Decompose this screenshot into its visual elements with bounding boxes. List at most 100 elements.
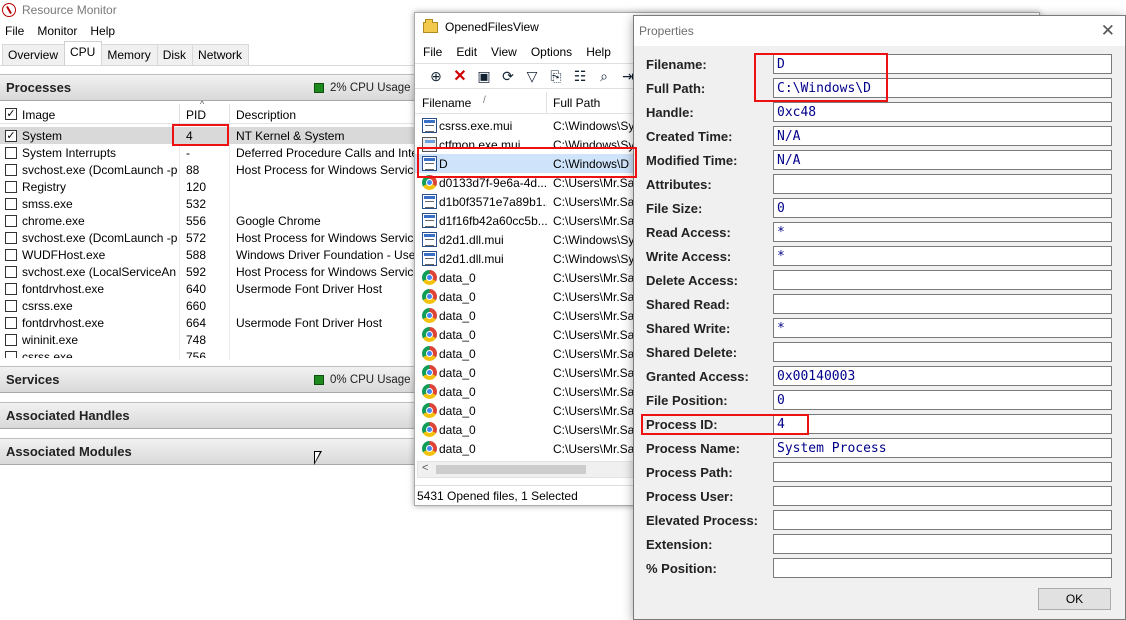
property-value-field[interactable]: 0x00140003 bbox=[773, 366, 1112, 386]
property-label: File Size: bbox=[646, 201, 703, 216]
properties-icon[interactable]: ☷ bbox=[569, 66, 591, 86]
table-row[interactable]: System Interrupts - Deferred Procedure Cal… bbox=[0, 144, 430, 161]
processes-cpu-usage-text: 2% CPU Usage bbox=[330, 82, 411, 94]
row-checkbox[interactable] bbox=[5, 147, 17, 159]
property-value-field[interactable]: D bbox=[773, 54, 1112, 74]
table-row[interactable]: Registry 120 bbox=[0, 178, 430, 195]
menu-file[interactable]: File bbox=[0, 24, 32, 38]
ofv-menu-view[interactable]: View bbox=[483, 45, 523, 59]
save-icon[interactable]: ▣ bbox=[473, 66, 495, 86]
table-row[interactable]: csrss.exe 756 bbox=[0, 348, 430, 358]
column-description[interactable]: Description bbox=[236, 108, 296, 122]
column-divider[interactable] bbox=[546, 92, 547, 114]
row-checkbox[interactable] bbox=[5, 266, 17, 278]
processes-table-body: ✓ System 4 NT Kernel & System System Interru… bbox=[0, 127, 430, 358]
associated-handles-section-header[interactable]: Associated Handles bbox=[0, 402, 430, 429]
row-checkbox[interactable] bbox=[5, 317, 17, 329]
table-row[interactable]: chrome.exe 556 Google Chrome bbox=[0, 212, 430, 229]
associated-modules-section-header[interactable]: Associated Modules bbox=[0, 438, 430, 465]
tab-memory[interactable]: Memory bbox=[101, 44, 158, 65]
delete-icon[interactable]: ✕ bbox=[449, 66, 471, 86]
row-checkbox[interactable] bbox=[5, 334, 17, 346]
property-value-field[interactable]: 0 bbox=[773, 198, 1112, 218]
file-icon bbox=[422, 118, 437, 133]
property-value-field[interactable]: * bbox=[773, 222, 1112, 242]
tab-cpu[interactable]: CPU bbox=[64, 41, 103, 65]
row-checkbox[interactable] bbox=[5, 181, 17, 193]
ok-button[interactable]: OK bbox=[1038, 588, 1111, 610]
scrollbar-thumb[interactable] bbox=[436, 465, 586, 474]
ofv-menu-options[interactable]: Options bbox=[523, 45, 578, 59]
property-value-field[interactable] bbox=[773, 462, 1112, 482]
tab-network[interactable]: Network bbox=[192, 44, 250, 65]
column-filename[interactable]: Filename bbox=[422, 96, 471, 110]
property-value-field[interactable]: N/A bbox=[773, 150, 1112, 170]
column-pid[interactable]: PID bbox=[186, 108, 206, 122]
tab-disk[interactable]: Disk bbox=[156, 44, 194, 65]
table-row[interactable]: svchost.exe (DcomLaunch -p) 572 Host Proce… bbox=[0, 229, 430, 246]
target-icon[interactable]: ⊕ bbox=[425, 66, 447, 86]
property-value-field[interactable] bbox=[773, 294, 1112, 314]
menu-help[interactable]: Help bbox=[85, 24, 123, 38]
table-row[interactable]: smss.exe 532 bbox=[0, 195, 430, 212]
property-value-field[interactable]: * bbox=[773, 318, 1112, 338]
property-value-field[interactable]: C:\Windows\D bbox=[773, 78, 1112, 98]
row-checkbox[interactable] bbox=[5, 351, 17, 358]
property-value-field[interactable] bbox=[773, 174, 1112, 194]
filter-icon[interactable]: ▽ bbox=[521, 66, 543, 86]
property-value-field[interactable] bbox=[773, 342, 1112, 362]
property-value-field[interactable]: 4 bbox=[773, 414, 1112, 434]
row-checkbox[interactable] bbox=[5, 283, 17, 295]
processes-section-header[interactable]: Processes 2% CPU Usage bbox=[0, 74, 430, 101]
refresh-icon[interactable]: ⟳ bbox=[497, 66, 519, 86]
ofv-menu-file[interactable]: File bbox=[415, 45, 448, 59]
copy-icon[interactable]: ⎘ bbox=[545, 66, 567, 86]
row-checkbox[interactable] bbox=[5, 215, 17, 227]
row-checkbox[interactable] bbox=[5, 232, 17, 244]
table-row[interactable]: svchost.exe (DcomLaunch -p) 88 Host Proces… bbox=[0, 161, 430, 178]
property-value-field[interactable]: 0 bbox=[773, 390, 1112, 410]
properties-dialog: Properties ✕ Filename: D Full Path: C:\Wind… bbox=[633, 15, 1126, 620]
row-checkbox[interactable] bbox=[5, 249, 17, 261]
process-image: smss.exe bbox=[22, 197, 73, 211]
property-row: Write Access: * bbox=[634, 246, 1126, 268]
menu-monitor[interactable]: Monitor bbox=[32, 24, 85, 38]
file-name: data_0 bbox=[439, 309, 476, 323]
row-checkbox[interactable] bbox=[5, 164, 17, 176]
table-row[interactable]: fontdrvhost.exe 664 Usermode Font Driver H… bbox=[0, 314, 430, 331]
files-horizontal-scrollbar[interactable]: < bbox=[417, 461, 639, 478]
scroll-left-arrow-icon[interactable]: < bbox=[422, 462, 428, 474]
table-row[interactable]: ✓ System 4 NT Kernel & System bbox=[0, 127, 430, 144]
select-all-checkbox[interactable]: ✓ bbox=[5, 108, 17, 120]
property-value-field[interactable] bbox=[773, 486, 1112, 506]
column-divider[interactable] bbox=[179, 104, 180, 124]
property-value-field[interactable]: System Process bbox=[773, 438, 1112, 458]
property-value-field[interactable] bbox=[773, 534, 1112, 554]
table-row[interactable]: wininit.exe 748 bbox=[0, 331, 430, 348]
property-value-field[interactable] bbox=[773, 510, 1112, 530]
find-icon[interactable]: ⌕ bbox=[593, 66, 615, 86]
property-value-field[interactable]: N/A bbox=[773, 126, 1112, 146]
property-value-field[interactable] bbox=[773, 270, 1112, 290]
file-full-path: C:\Users\Mr.San bbox=[553, 176, 637, 190]
table-row[interactable]: WUDFHost.exe 588 Windows Driver Foundation… bbox=[0, 246, 430, 263]
ofv-menu-help[interactable]: Help bbox=[578, 45, 617, 59]
tab-overview[interactable]: Overview bbox=[2, 44, 66, 65]
column-image[interactable]: Image bbox=[22, 108, 55, 122]
column-full-path[interactable]: Full Path bbox=[553, 96, 600, 110]
row-checkbox[interactable] bbox=[5, 198, 17, 210]
property-value-field[interactable] bbox=[773, 558, 1112, 578]
close-icon[interactable]: ✕ bbox=[1101, 21, 1115, 41]
row-checkbox[interactable] bbox=[5, 300, 17, 312]
table-row[interactable]: csrss.exe 660 bbox=[0, 297, 430, 314]
services-section-header[interactable]: Services 0% CPU Usage bbox=[0, 366, 430, 393]
row-checkbox[interactable]: ✓ bbox=[5, 130, 17, 142]
column-divider[interactable] bbox=[229, 104, 230, 124]
property-value-field[interactable]: * bbox=[773, 246, 1112, 266]
process-image: svchost.exe (LocalServiceAn... bbox=[22, 265, 177, 279]
property-value-field[interactable]: 0xc48 bbox=[773, 102, 1112, 122]
process-image: svchost.exe (DcomLaunch -p) bbox=[22, 231, 177, 245]
ofv-menu-edit[interactable]: Edit bbox=[448, 45, 483, 59]
table-row[interactable]: fontdrvhost.exe 640 Usermode Font Driver H… bbox=[0, 280, 430, 297]
table-row[interactable]: svchost.exe (LocalServiceAn... 592 Host Pr… bbox=[0, 263, 430, 280]
